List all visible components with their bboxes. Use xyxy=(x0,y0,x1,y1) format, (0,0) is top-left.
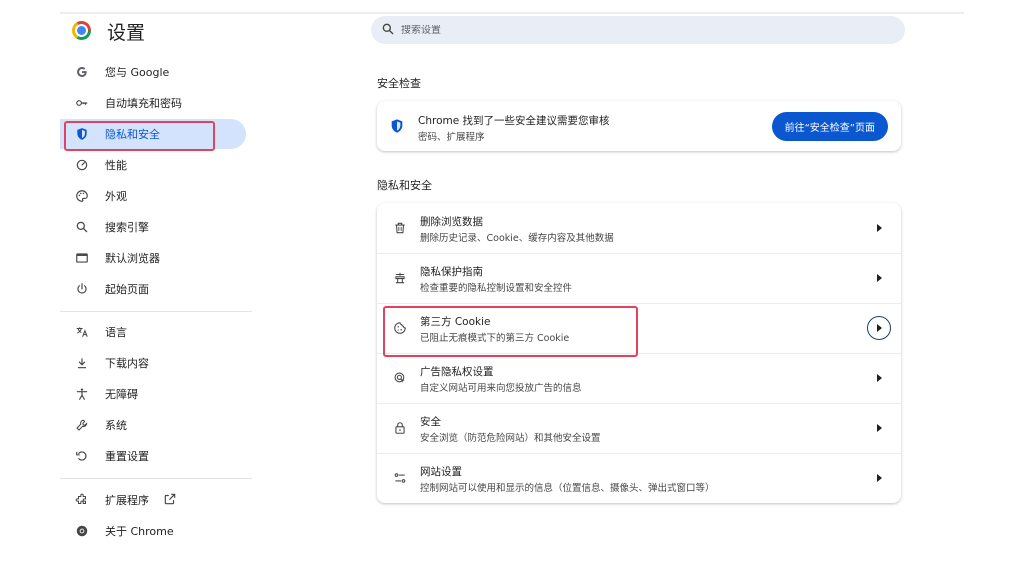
ad-privacy-icon xyxy=(392,370,408,386)
shield-icon xyxy=(74,126,90,142)
key-icon xyxy=(74,95,90,111)
privacy-guide-icon xyxy=(392,270,408,286)
safety-check-subtitle: 密码、扩展程序 xyxy=(418,132,485,143)
sidebar-item-about-chrome[interactable]: 关于 Chrome xyxy=(60,516,246,546)
sidebar-item-default-browser[interactable]: 默认浏览器 xyxy=(60,243,246,273)
sidebar-item-label: 搜索引擎 xyxy=(105,221,149,234)
sidebar-item-downloads[interactable]: 下载内容 xyxy=(60,348,246,378)
sidebar-item-search-engine[interactable]: 搜索引擎 xyxy=(60,212,246,242)
row-subtitle: 安全浏览（防范危险网站）和其他安全设置 xyxy=(420,433,601,444)
speedometer-icon xyxy=(74,157,90,173)
sidebar-item-performance[interactable]: 性能 xyxy=(60,150,246,180)
row-site-settings[interactable]: 网站设置 控制网站可以使用和显示的信息（位置信息、摄像头、弹出式窗口等） xyxy=(377,453,901,503)
chevron-right-circle-icon[interactable] xyxy=(867,316,891,340)
sidebar-item-label: 关于 Chrome xyxy=(105,525,174,538)
sidebar-item-system[interactable]: 系统 xyxy=(60,410,246,440)
site-settings-icon xyxy=(392,470,408,486)
palette-icon xyxy=(74,188,90,204)
row-subtitle: 已阻止无痕模式下的第三方 Cookie xyxy=(420,333,570,344)
google-g-icon xyxy=(74,64,90,80)
sidebar-item-label: 语言 xyxy=(105,326,127,339)
safety-check-title: Chrome 找到了一些安全建议需要您审核 xyxy=(418,115,610,127)
chrome-icon xyxy=(74,523,90,539)
sidebar-item-reset[interactable]: 重置设置 xyxy=(60,441,246,471)
search-input[interactable] xyxy=(401,24,701,36)
window-top-divider xyxy=(60,12,964,14)
sidebar-item-appearance[interactable]: 外观 xyxy=(60,181,246,211)
puzzle-icon xyxy=(74,492,90,508)
go-to-safety-check-button[interactable]: 前往“安全检查”页面 xyxy=(771,112,888,141)
sidebar-item-privacy[interactable]: 隐私和安全 xyxy=(60,119,246,149)
sidebar-item-you-and-google[interactable]: 您与 Google xyxy=(60,57,246,87)
row-security[interactable]: 安全 安全浏览（防范危险网站）和其他安全设置 xyxy=(377,403,901,453)
reset-icon xyxy=(74,448,90,464)
chevron-right-icon xyxy=(877,224,882,232)
sidebar-item-label: 默认浏览器 xyxy=(105,252,160,265)
chevron-right-icon xyxy=(877,474,882,482)
sidebar-item-label: 您与 Google xyxy=(105,66,170,79)
search-icon xyxy=(74,219,90,235)
download-icon xyxy=(74,355,90,371)
row-clear-browsing-data[interactable]: 删除浏览数据 删除历史记录、Cookie、缓存内容及其他数据 xyxy=(377,203,901,253)
chevron-right-icon xyxy=(877,274,882,282)
accessibility-icon xyxy=(74,386,90,402)
row-title: 广告隐私权设置 xyxy=(420,366,494,378)
sidebar-item-label: 重置设置 xyxy=(105,450,149,463)
safety-check-card: Chrome 找到了一些安全建议需要您审核 密码、扩展程序 前往“安全检查”页面 xyxy=(377,101,901,151)
row-third-party-cookies[interactable]: 第三方 Cookie 已阻止无痕模式下的第三方 Cookie xyxy=(377,303,901,353)
sidebar-divider xyxy=(60,311,252,312)
row-subtitle: 检查重要的隐私控制设置和安全控件 xyxy=(420,283,573,294)
row-privacy-guide[interactable]: 隐私保护指南 检查重要的隐私控制设置和安全控件 xyxy=(377,253,901,303)
external-link-icon[interactable] xyxy=(163,491,177,510)
sidebar-item-languages[interactable]: 语言 xyxy=(60,317,246,347)
lock-icon xyxy=(392,420,408,436)
search-icon xyxy=(381,21,395,40)
translate-icon xyxy=(74,324,90,340)
row-subtitle: 自定义网站可用来向您投放广告的信息 xyxy=(420,383,582,394)
privacy-settings-card: 删除浏览数据 删除历史记录、Cookie、缓存内容及其他数据 隐私保护指南 检查… xyxy=(377,203,901,503)
sidebar-item-label: 自动填充和密码 xyxy=(105,97,182,110)
browser-window-icon xyxy=(74,250,90,266)
row-ad-privacy[interactable]: 广告隐私权设置 自定义网站可用来向您投放广告的信息 xyxy=(377,353,901,403)
row-title: 安全 xyxy=(420,416,441,428)
row-subtitle: 控制网站可以使用和显示的信息（位置信息、摄像头、弹出式窗口等） xyxy=(420,483,715,494)
sidebar-item-label: 性能 xyxy=(105,159,127,172)
row-title: 隐私保护指南 xyxy=(420,266,483,278)
privacy-section-title: 隐私和安全 xyxy=(377,179,432,192)
sidebar-item-label: 下载内容 xyxy=(105,357,149,370)
safety-check-section-title: 安全检查 xyxy=(377,77,421,90)
sidebar-item-label: 隐私和安全 xyxy=(105,128,160,141)
sidebar-item-on-startup[interactable]: 起始页面 xyxy=(60,274,246,304)
sidebar-item-autofill[interactable]: 自动填充和密码 xyxy=(60,88,246,118)
sidebar-divider xyxy=(60,478,252,479)
search-bar[interactable] xyxy=(371,16,905,44)
chevron-right-icon xyxy=(877,424,882,432)
power-icon xyxy=(74,281,90,297)
row-subtitle: 删除历史记录、Cookie、缓存内容及其他数据 xyxy=(420,233,614,244)
sidebar-item-label: 起始页面 xyxy=(105,283,149,296)
chevron-right-icon xyxy=(877,374,882,382)
row-title: 第三方 Cookie xyxy=(420,316,491,328)
sidebar-item-label: 系统 xyxy=(105,419,127,432)
sidebar-item-label: 扩展程序 xyxy=(105,494,149,507)
shield-icon xyxy=(389,118,405,134)
wrench-icon xyxy=(74,417,90,433)
sidebar-item-label: 外观 xyxy=(105,190,127,203)
sidebar-item-label: 无障碍 xyxy=(105,388,138,401)
page-title: 设置 xyxy=(107,22,146,44)
sidebar-item-extensions[interactable]: 扩展程序 xyxy=(60,485,246,515)
chrome-logo-icon xyxy=(72,21,91,40)
row-title: 网站设置 xyxy=(420,466,462,478)
sidebar-item-accessibility[interactable]: 无障碍 xyxy=(60,379,246,409)
row-title: 删除浏览数据 xyxy=(420,216,483,228)
cookie-icon xyxy=(392,320,408,336)
trash-icon xyxy=(392,220,408,236)
